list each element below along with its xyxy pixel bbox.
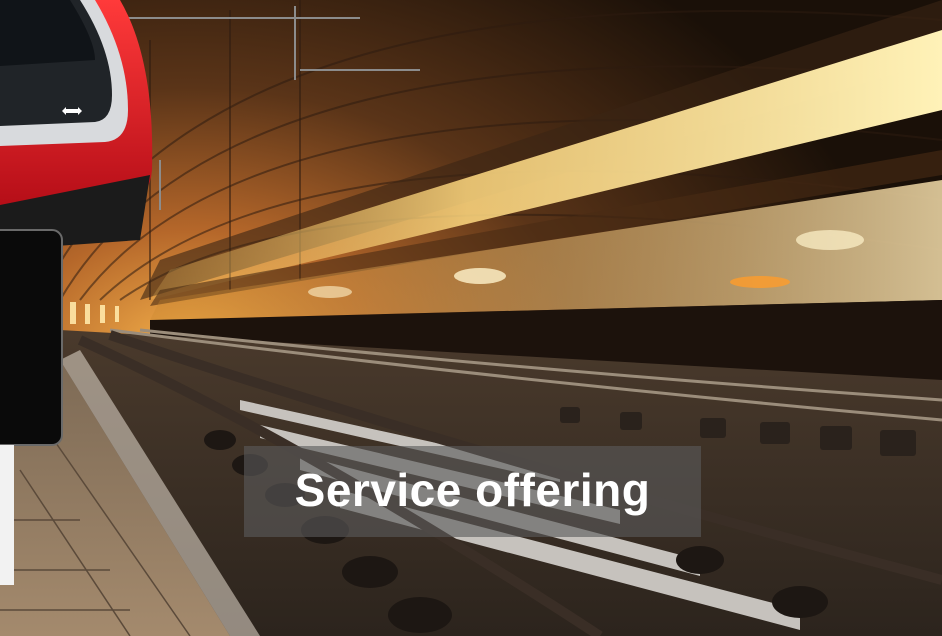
tunnel-train-photo — [0, 0, 942, 636]
caption-title: Service offering — [294, 463, 651, 516]
train-logo-icon — [58, 104, 86, 118]
slide-canvas: Service offering — [0, 0, 942, 636]
caption-banner: Service offering — [244, 446, 701, 537]
